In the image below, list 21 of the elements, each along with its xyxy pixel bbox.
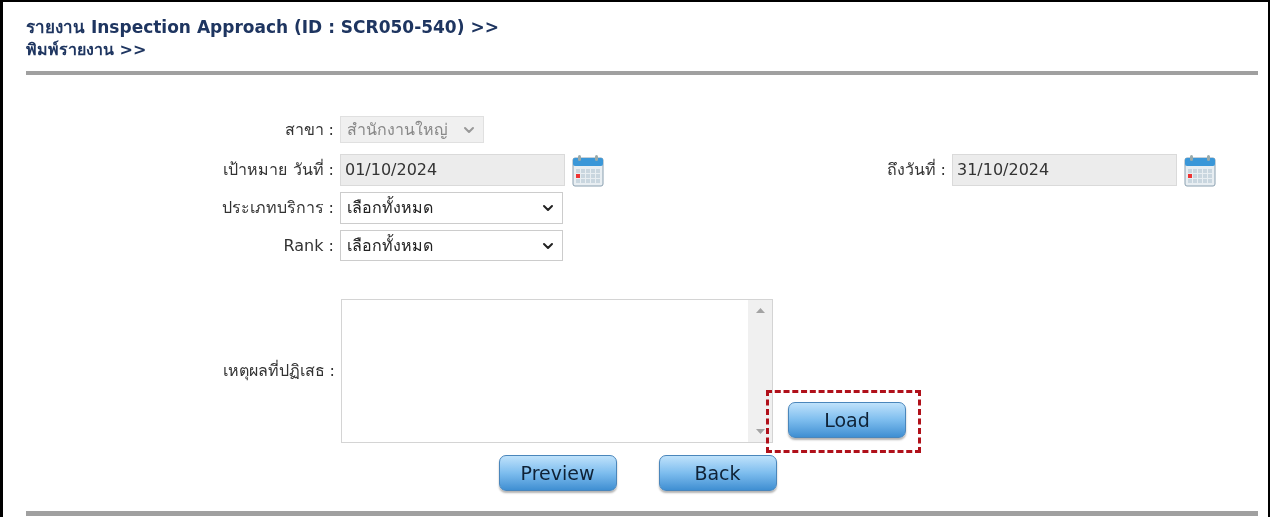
- up-arrow-icon[interactable]: [755, 308, 765, 313]
- reject-reason-field[interactable]: [341, 299, 773, 443]
- action-button[interactable]: Preview: [498, 455, 617, 491]
- service-type-select[interactable]: เลือกทั้งหมด: [340, 192, 563, 224]
- service-type-label: ประเภทบริการ :: [221, 197, 334, 219]
- page-title: รายงาน Inspection Approach (ID : SCR050-540) >>: [26, 16, 500, 39]
- date-from-label: เป้าหมาย วันที่ :: [223, 158, 334, 181]
- date-to-field[interactable]: 31/10/2024: [952, 154, 1177, 186]
- rank-select[interactable]: เลือกทั้งหมด: [340, 230, 563, 261]
- reject-reason-label: เหตุผลที่ปฏิเสธ :: [222, 359, 335, 383]
- date-from-field[interactable]: 01/10/2024: [340, 154, 565, 186]
- calendar-icon[interactable]: [572, 153, 604, 187]
- rank-label: Rank :: [283, 234, 334, 257]
- date-to-label: ถึงวันที่ :: [886, 158, 946, 181]
- calendar-icon[interactable]: [1184, 153, 1216, 187]
- scrollbar[interactable]: [748, 300, 772, 442]
- branch-label: สาขา :: [284, 118, 334, 141]
- action-button[interactable]: Back: [658, 455, 777, 491]
- down-arrow-icon[interactable]: [755, 429, 765, 434]
- action-button[interactable]: Load: [788, 402, 906, 438]
- page-subtitle: พิมพ์รายงาน >>: [26, 39, 148, 61]
